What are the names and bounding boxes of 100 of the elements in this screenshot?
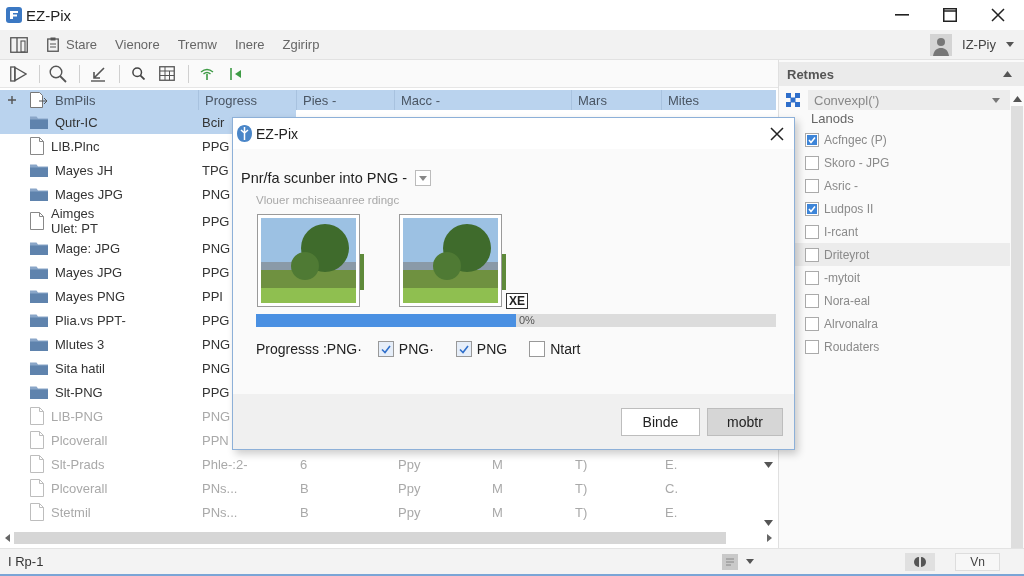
list-item[interactable]: Ludpos II xyxy=(786,197,1010,220)
checkbox[interactable] xyxy=(377,341,394,357)
caret-up-icon[interactable] xyxy=(1003,71,1012,77)
column-header[interactable]: Mites xyxy=(668,92,700,108)
file-name: Plcoverall xyxy=(51,480,108,496)
checkmark-icon xyxy=(380,344,391,354)
toggle-button[interactable] xyxy=(905,552,935,571)
dialog-subtitle: Vlouer mchiseaanree rdingc xyxy=(256,194,400,206)
file-name: Plcoverall xyxy=(51,432,108,448)
checkbox[interactable] xyxy=(805,293,819,308)
checkbox[interactable] xyxy=(805,270,819,285)
item-label: Driteyrot xyxy=(824,247,870,262)
checkbox[interactable] xyxy=(529,341,546,357)
table-cell: B xyxy=(300,480,309,496)
dialog-button[interactable]: Binde xyxy=(621,407,700,436)
list-item[interactable]: -mytoit xyxy=(786,266,1010,289)
menu-item[interactable]: Zgirirp xyxy=(273,32,329,57)
collapse-icon xyxy=(230,67,242,80)
item-label: Alrvonalra xyxy=(824,316,879,331)
status-button[interactable]: Vn xyxy=(955,552,1000,571)
item-label: Asric - xyxy=(824,178,858,193)
menu-item[interactable]: Vienore xyxy=(106,32,169,57)
table-cell: PNG xyxy=(202,408,231,424)
dialog-heading: Pnr/fa scunber into PNG - xyxy=(241,170,407,186)
document-icon xyxy=(30,455,44,473)
list-item[interactable]: Alrvonalra xyxy=(786,312,1010,335)
column-header[interactable]: Pies - xyxy=(303,92,337,108)
scrollbar-thumb[interactable] xyxy=(14,532,726,544)
account-menu[interactable]: IZ-Piy xyxy=(930,33,1014,56)
checkbox[interactable] xyxy=(805,339,819,354)
scroll-down-icon[interactable] xyxy=(763,462,773,468)
caret-icon[interactable] xyxy=(746,559,754,564)
plus-icon[interactable] xyxy=(8,96,16,104)
menu-item[interactable]: Inere xyxy=(225,32,274,57)
maximize-icon xyxy=(943,8,957,22)
scrollbar-thumb[interactable] xyxy=(1011,106,1023,548)
table-cell: E. xyxy=(665,456,678,472)
checkbox[interactable] xyxy=(805,155,819,170)
checkbox-label[interactable]: PNG· xyxy=(398,341,434,357)
scroll-left-icon[interactable] xyxy=(5,534,10,542)
file-name: Sita hatil xyxy=(55,360,105,376)
scroll-down-icon[interactable] xyxy=(763,520,773,526)
table-row[interactable]: Aimges Ulet: PT PPG xyxy=(0,206,296,236)
file-name: Slt-PNG xyxy=(55,384,103,400)
table-cell: PPG xyxy=(202,138,230,154)
app-logo-icon xyxy=(6,7,22,23)
minimize-icon xyxy=(895,14,909,16)
dropdown[interactable]: Convexpl(') xyxy=(808,90,1010,110)
menu-item[interactable]: Stare xyxy=(38,32,107,57)
folder-icon xyxy=(30,361,48,375)
table-cell: PPG xyxy=(202,384,230,400)
list-item[interactable]: Asric - xyxy=(786,174,1010,197)
table-cell: PNs... xyxy=(202,480,238,496)
column-header[interactable]: Progress xyxy=(205,92,258,108)
table-cell: M xyxy=(492,480,503,496)
checkbox[interactable] xyxy=(805,224,819,239)
list-item[interactable]: Nora-eal xyxy=(786,289,1010,312)
table-cell: M xyxy=(492,456,503,472)
table-cell: E. xyxy=(665,504,678,520)
table-row[interactable]: Slt-PNG PPG xyxy=(0,380,296,404)
column-header[interactable]: BmPils xyxy=(55,92,96,108)
scroll-up-icon[interactable] xyxy=(1012,96,1022,102)
column-header[interactable]: Mars xyxy=(578,92,607,108)
checkbox[interactable] xyxy=(805,316,819,331)
checkmark-icon xyxy=(807,134,817,145)
checkbox[interactable] xyxy=(805,201,819,216)
panel-button[interactable] xyxy=(10,36,28,53)
checkbox[interactable] xyxy=(805,178,819,193)
document-icon xyxy=(30,479,44,497)
list-item[interactable]: I-rcant xyxy=(786,220,1010,243)
list-item[interactable]: Acfngec (P) xyxy=(786,128,1010,151)
item-label: I-rcant xyxy=(824,224,858,239)
checkbox-label[interactable]: PNG xyxy=(476,341,508,357)
list-item[interactable]: Skoro - JPG xyxy=(786,151,1010,174)
folder-icon xyxy=(30,163,48,177)
item-label: Ludpos II xyxy=(824,201,874,216)
checkbox-label[interactable]: Ntart xyxy=(550,341,581,357)
folder-icon xyxy=(30,289,48,303)
scroll-right-icon[interactable] xyxy=(767,534,772,542)
table-row[interactable]: Sita hatil PNG xyxy=(0,356,296,380)
checkmark-icon xyxy=(807,203,817,214)
dialog-button[interactable]: mobtr xyxy=(707,407,783,436)
table-row[interactable]: Plia.vs PPT- PPG xyxy=(0,308,296,332)
checkbox[interactable] xyxy=(455,341,472,357)
file-name: Slt-Prads xyxy=(51,456,105,472)
table-row[interactable]: Mayes JPG PPG xyxy=(0,260,296,284)
section-label: Lanods xyxy=(810,110,855,128)
list-item[interactable]: Roudaters xyxy=(786,335,1010,358)
table-cell: PNG xyxy=(202,336,231,352)
document-icon xyxy=(30,407,44,425)
checkbox[interactable] xyxy=(805,132,819,147)
table-row[interactable]: Mage: JPG PNG xyxy=(0,236,296,260)
menu-item[interactable]: Tremw xyxy=(168,32,226,57)
table-cell: Ppy xyxy=(398,504,421,520)
table-row[interactable]: Mayes PNG PPI xyxy=(0,284,296,308)
caret-icon xyxy=(1006,42,1014,47)
dropdown-button[interactable] xyxy=(415,170,431,186)
column-header[interactable]: Macc - xyxy=(401,92,440,108)
caret-icon xyxy=(419,175,427,181)
checkbox[interactable] xyxy=(805,247,819,262)
